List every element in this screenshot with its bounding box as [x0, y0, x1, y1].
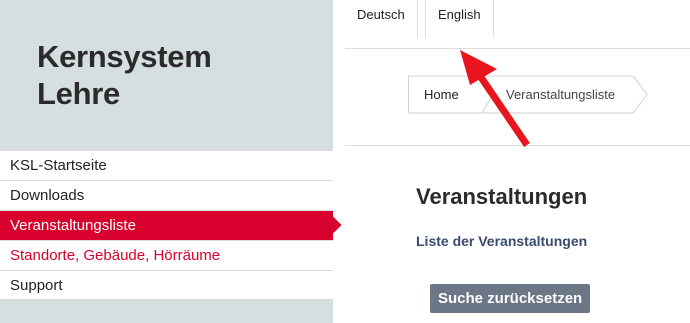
language-bar: Deutsch English — [345, 0, 690, 49]
site-title[interactable]: Kernsystem Lehre — [37, 38, 212, 112]
site-title-line1: Kernsystem — [37, 39, 212, 74]
site-title-line2: Lehre — [37, 76, 120, 111]
main-content: Deutsch English Home Veranstaltungsliste… — [345, 0, 690, 323]
reset-search-button[interactable]: Suche zurücksetzen — [430, 284, 591, 313]
sidebar: Kernsystem Lehre KSL-Startseite Download… — [0, 0, 333, 323]
breadcrumb-home[interactable]: Home — [424, 75, 459, 115]
divider — [345, 145, 690, 146]
sidebar-nav: KSL-Startseite Downloads Veranstaltungsl… — [0, 150, 333, 300]
nav-item-support[interactable]: Support — [0, 270, 333, 300]
breadcrumb-current[interactable]: Veranstaltungsliste — [506, 75, 615, 115]
nav-item-downloads[interactable]: Downloads — [0, 180, 333, 210]
nav-item-ksl-startseite[interactable]: KSL-Startseite — [0, 150, 333, 180]
language-deutsch[interactable]: Deutsch — [345, 0, 418, 38]
page-title: Veranstaltungen — [416, 184, 588, 209]
nav-item-standorte[interactable]: Standorte, Gebäude, Hörräume — [0, 240, 333, 270]
events-list-link[interactable]: Liste der Veranstaltungen — [416, 233, 587, 249]
language-english[interactable]: English — [425, 0, 494, 38]
nav-item-veranstaltungsliste[interactable]: Veranstaltungsliste — [0, 210, 333, 240]
